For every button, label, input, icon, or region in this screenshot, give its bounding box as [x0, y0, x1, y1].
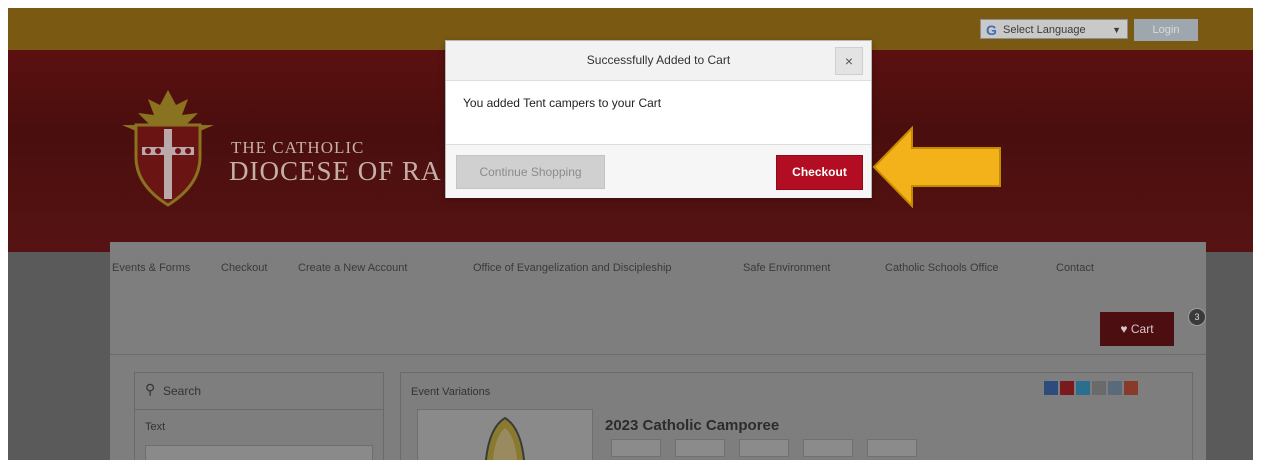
cart-label: Cart [1130, 322, 1154, 336]
modal-message: You added Tent campers to your Cart [463, 96, 662, 110]
search-panel: ⚲ Search Text [134, 372, 384, 460]
added-to-cart-modal: Successfully Added to Cart × You added T… [445, 40, 872, 198]
nav-item-events-forms[interactable]: Events & Forms [112, 262, 190, 274]
login-button[interactable]: Login [1134, 19, 1198, 41]
nav-item-catholic-schools[interactable]: Catholic Schools Office [885, 262, 999, 274]
modal-footer: Continue Shopping Checkout [446, 144, 871, 198]
facebook-icon[interactable] [1044, 381, 1058, 395]
search-icon: ⚲ [145, 381, 156, 397]
modal-title: Successfully Added to Cart [586, 53, 731, 67]
email-icon[interactable] [1092, 381, 1106, 395]
main-nav: Events & Forms Checkout Create a New Acc… [110, 242, 1206, 294]
modal-header: Successfully Added to Cart × [446, 41, 871, 81]
brand-line-1: THE CATHOLIC [231, 138, 365, 157]
language-select[interactable]: G Select Language ▼ [980, 19, 1128, 39]
social-share-icons [1044, 381, 1140, 397]
arrow-icon [872, 126, 1001, 208]
search-panel-header: ⚲ Search [135, 373, 383, 410]
cart-icon: ♥ [1120, 322, 1128, 336]
variation-option[interactable] [675, 439, 725, 457]
search-text-input[interactable] [145, 445, 373, 460]
main-content: Events & Forms Checkout Create a New Acc… [110, 242, 1206, 460]
twitter-icon[interactable] [1076, 381, 1090, 395]
variation-option[interactable] [803, 439, 853, 457]
event-variations-panel: Event Variations 2023 Catholic Camporee [400, 372, 1193, 460]
share-icon[interactable] [1124, 381, 1138, 395]
nav-item-checkout[interactable]: Checkout [221, 262, 267, 274]
dropdown-arrow-icon: ▼ [1112, 25, 1121, 35]
event-title: 2023 Catholic Camporee [605, 417, 780, 434]
variation-option[interactable] [739, 439, 789, 457]
event-variations-header: Event Variations [411, 386, 491, 398]
pinterest-icon[interactable] [1060, 381, 1074, 395]
page: G Select Language ▼ Login THE CATHOLIC D… [0, 0, 1261, 460]
event-patch-image [484, 416, 526, 460]
nav-item-create-account[interactable]: Create a New Account [298, 262, 407, 274]
google-icon: G [986, 22, 997, 38]
search-text-label: Text [145, 421, 166, 433]
brand-line-2: DIOCESE OF RA [229, 156, 442, 186]
nav-item-evangelization[interactable]: Office of Evangelization and Discipleshi… [473, 262, 672, 274]
cart-count-badge: 3 [1188, 308, 1206, 326]
cart-button[interactable]: ♥ Cart [1100, 312, 1174, 346]
language-label: Select Language [1003, 24, 1086, 36]
continue-shopping-button[interactable]: Continue Shopping [456, 155, 605, 189]
variation-option[interactable] [611, 439, 661, 457]
nav-item-contact[interactable]: Contact [1056, 262, 1094, 274]
variation-option[interactable] [867, 439, 917, 457]
nav-item-safe-environment[interactable]: Safe Environment [743, 262, 830, 274]
checkout-button[interactable]: Checkout [776, 155, 863, 190]
close-icon[interactable]: × [835, 47, 863, 75]
event-variation-options [611, 439, 931, 460]
event-thumbnail [417, 409, 593, 460]
print-icon[interactable] [1108, 381, 1122, 395]
search-panel-title: Search [163, 384, 202, 398]
nav-divider [110, 354, 1206, 355]
diocese-crest-logo [122, 90, 214, 207]
